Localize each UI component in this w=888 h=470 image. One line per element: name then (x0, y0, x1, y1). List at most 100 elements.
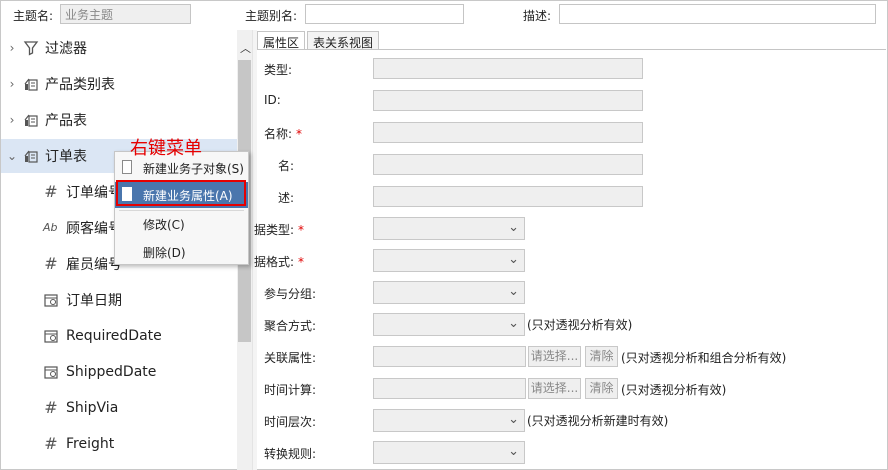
time-calc-label: 时间计算: (264, 383, 317, 397)
tree-item-label: 订单表 (45, 149, 87, 165)
number-field-icon: # (44, 182, 58, 201)
tree-child-order-date[interactable]: 订单日期 (1, 283, 237, 317)
business-table-icon (24, 150, 38, 163)
alias-label: 主题别名: (245, 9, 298, 23)
tree-item-label: ShipVia (66, 400, 119, 416)
alias-field[interactable] (305, 4, 464, 24)
tree-item-label: 过滤器 (45, 41, 87, 57)
chevron-down-icon: ⌄ (508, 444, 519, 459)
data-format-label-text: 据格式: (254, 255, 295, 269)
name-label-text: 名称: (264, 127, 293, 141)
scroll-up-icon[interactable]: ︿ (240, 40, 251, 56)
group-label: 参与分组: (264, 287, 317, 301)
chevron-down-icon: ⌄ (508, 284, 519, 299)
chevron-down-icon: ⌄ (508, 252, 519, 267)
tree-child-shipped-date[interactable]: ShippedDate (1, 355, 237, 389)
chevron-right-icon[interactable]: › (7, 41, 17, 55)
conversion-rule-select[interactable]: ⌄ (373, 441, 525, 464)
chevron-right-icon[interactable]: › (7, 113, 17, 127)
data-type-label: 据类型: * (254, 221, 304, 238)
tab-properties[interactable]: 属性区 (257, 31, 306, 50)
id-field[interactable] (373, 90, 643, 111)
chevron-down-icon: ⌄ (508, 412, 519, 427)
group-select[interactable]: ⌄ (373, 281, 525, 304)
id-label: ID: (264, 93, 281, 107)
required-mark: * (296, 127, 303, 141)
name-field[interactable] (373, 122, 643, 143)
tree-child-ship-via[interactable]: # ShipVia (1, 391, 237, 425)
tab-bar: 属性区 表关系视图 (257, 31, 381, 50)
tree-item-label: 订单日期 (66, 293, 122, 309)
tree-item-product-table[interactable]: › 产品表 (1, 103, 237, 137)
tree-item-label: ShippedDate (66, 364, 157, 380)
menu-item-edit[interactable]: 修改(C) (115, 211, 248, 237)
subject-name-field[interactable] (60, 4, 191, 24)
subject-name-label: 主题名: (13, 9, 54, 23)
conversion-rule-label: 转换规则: (264, 447, 317, 461)
tree-item-label: 产品表 (45, 113, 87, 129)
tree-child-required-date[interactable]: RequiredDate (1, 319, 237, 353)
name-label: 名称: * (264, 125, 302, 142)
description-label: 描述: (523, 9, 552, 23)
type-label: 类型: (264, 63, 293, 77)
tab-underline (257, 49, 886, 50)
time-calc-clear-button[interactable]: 清除 (585, 378, 618, 399)
menu-item-delete[interactable]: 删除(D) (115, 239, 248, 265)
business-table-icon (24, 114, 38, 127)
data-type-select[interactable]: ⌄ (373, 217, 525, 240)
highlight-box (116, 180, 246, 206)
chevron-down-icon[interactable]: ⌄ (7, 149, 17, 163)
time-level-note: (只对透视分析新建时有效) (527, 414, 669, 428)
description-field[interactable] (373, 186, 643, 207)
aggregation-select[interactable]: ⌄ (373, 313, 525, 336)
alias-field[interactable] (373, 154, 643, 175)
business-table-icon (24, 78, 38, 91)
related-attr-select-button[interactable]: 请选择... (528, 346, 581, 367)
date-field-icon (44, 366, 58, 379)
context-menu: 新建业务子对象(S) 新建业务属性(A) 修改(C) 删除(D) (114, 151, 249, 265)
new-document-icon (122, 160, 132, 174)
data-format-select[interactable]: ⌄ (373, 249, 525, 272)
tab-relation-view[interactable]: 表关系视图 (307, 31, 380, 50)
related-attr-label: 关联属性: (264, 351, 317, 365)
filter-icon (23, 41, 39, 56)
date-field-icon (44, 330, 58, 343)
aggregation-label: 聚合方式: (264, 319, 317, 333)
description-field[interactable] (559, 4, 876, 24)
tree-item-filter[interactable]: › 过滤器 (1, 31, 237, 65)
tree-item-label: 产品类别表 (45, 77, 115, 93)
description-field-label: 述: (278, 191, 295, 205)
time-calc-note: (只对透视分析有效) (621, 383, 727, 397)
related-attr-note: (只对透视分析和组合分析有效) (621, 351, 787, 365)
data-format-label: 据格式: * (254, 253, 304, 270)
time-level-label: 时间层次: (264, 415, 317, 429)
text-field-icon: Ab (43, 221, 58, 234)
tree-item-label: Freight (66, 436, 115, 452)
type-field[interactable] (373, 58, 643, 79)
chevron-down-icon: ⌄ (508, 316, 519, 331)
date-field-icon (44, 294, 58, 307)
time-level-select[interactable]: ⌄ (373, 409, 525, 432)
menu-item-label: 删除(D) (143, 245, 186, 260)
menu-item-label: 新建业务子对象(S) (143, 161, 244, 176)
chevron-down-icon: ⌄ (508, 220, 519, 235)
time-calc-select-button[interactable]: 请选择... (528, 378, 581, 399)
required-mark: * (298, 255, 305, 269)
number-field-icon: # (44, 254, 58, 273)
aggregation-note: (只对透视分析有效) (527, 318, 633, 332)
alias-field-label: 名: (278, 159, 295, 173)
tree-item-label: RequiredDate (66, 328, 162, 344)
time-calc-field[interactable] (373, 378, 526, 399)
number-field-icon: # (44, 398, 58, 417)
related-attr-field[interactable] (373, 346, 526, 367)
menu-item-label: 修改(C) (143, 217, 185, 232)
required-mark: * (298, 223, 305, 237)
tree-child-freight[interactable]: # Freight (1, 427, 237, 461)
related-attr-clear-button[interactable]: 清除 (585, 346, 618, 367)
data-type-label-text: 据类型: (254, 223, 295, 237)
context-menu-annotation: 右键菜单 (130, 138, 202, 159)
panel-splitter[interactable] (252, 30, 257, 470)
chevron-right-icon[interactable]: › (7, 77, 17, 91)
tree-item-category-table[interactable]: › 产品类别表 (1, 67, 237, 101)
number-field-icon: # (44, 434, 58, 453)
